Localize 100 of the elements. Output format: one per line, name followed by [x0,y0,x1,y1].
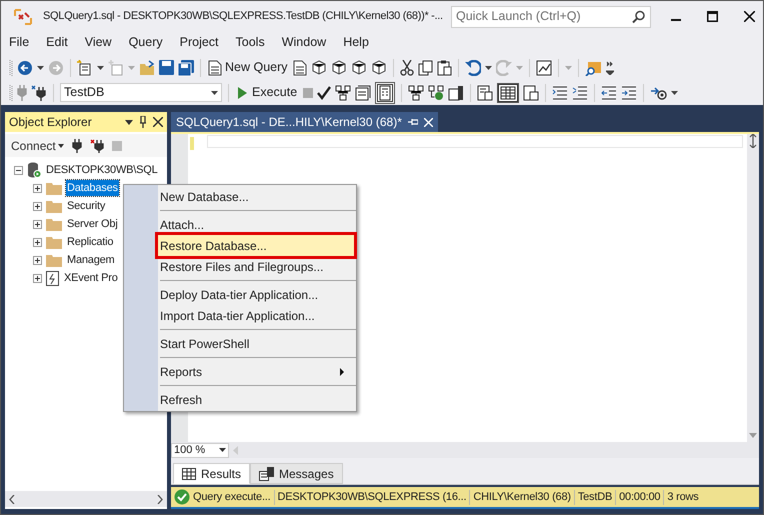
menu-item[interactable]: New Database... [158,186,354,207]
cube-icon[interactable] [330,60,347,76]
scroll-right-icon[interactable] [157,494,163,504]
document-icon[interactable] [208,60,222,76]
cube-icon[interactable] [310,60,327,76]
chart-window-icon[interactable] [536,60,552,76]
comment-icon[interactable] [552,86,568,100]
check-icon[interactable] [317,86,332,100]
new-project-icon[interactable] [77,60,93,76]
document-icon[interactable] [292,60,307,76]
menu-item[interactable]: Project [172,32,227,52]
close-icon[interactable] [744,11,755,22]
menu-item[interactable]: Import Data-tier Application... [158,305,354,326]
indent-icon[interactable] [621,86,638,100]
success-icon[interactable] [174,489,190,505]
menu-item[interactable]: File [1,32,38,52]
caret-icon[interactable] [211,90,218,94]
connection-icon[interactable] [31,84,47,100]
plan-check-icon[interactable] [428,84,444,100]
expander-icon[interactable] [33,202,42,210]
dropdown-caret-icon[interactable] [125,120,133,124]
menu-item[interactable]: Query [120,32,171,52]
save-icon[interactable] [159,60,174,75]
open-folder-icon[interactable] [139,60,155,76]
vertical-scrollbar[interactable] [747,134,759,442]
caret-icon[interactable] [671,90,678,94]
close-icon[interactable] [153,117,163,127]
database-server-icon[interactable] [27,162,41,178]
menu-item[interactable]: Restore Database... [158,235,354,256]
connect-button[interactable]: Connect [11,136,64,154]
menu-item[interactable]: Restore Files and Filegroups... [158,256,354,277]
menu-item[interactable]: Deploy Data-tier Application... [158,284,354,305]
save-all-icon[interactable] [178,60,194,76]
menu-item[interactable]: Tools [228,32,273,52]
paste-icon[interactable] [436,60,452,76]
copy-icon[interactable] [418,60,433,76]
execute-button[interactable]: Execute [235,83,300,102]
messages-icon[interactable] [259,466,274,480]
scroll-left-icon[interactable] [9,494,15,504]
status-text: DESKTOPK30WB\SQLEXPRESS (16... [278,490,466,505]
template-parameter-icon[interactable] [650,84,668,100]
overflow-icon[interactable] [606,60,614,74]
results-file-icon[interactable] [523,84,540,100]
back-icon[interactable] [17,60,33,76]
search-icon [632,10,646,24]
menu-item[interactable]: Reports [158,361,354,382]
query-plan-icon[interactable] [408,84,424,100]
outdent-icon[interactable] [601,86,618,100]
undo-icon[interactable] [464,60,481,76]
new-query-button[interactable]: New Query [207,58,289,77]
windows-icon[interactable] [355,84,372,100]
disconnect-icon[interactable] [90,138,104,152]
horizontal-scrollbar[interactable] [5,491,167,507]
menu-item[interactable]: Window [274,32,334,52]
expander-icon[interactable] [33,274,42,282]
scissors-icon[interactable] [400,60,414,76]
toolbar-grip-icon [9,84,13,102]
caret-icon[interactable] [37,66,44,70]
caret-icon[interactable] [484,66,492,70]
caret-icon[interactable] [58,144,64,148]
menu-item[interactable]: Refresh [158,389,354,410]
query-plan-icon[interactable] [335,84,352,100]
split-icon[interactable] [748,134,758,148]
database-dropdown[interactable]: TestDB [60,83,222,102]
menu-item[interactable]: Attach... [158,214,354,235]
expander-icon[interactable] [33,184,42,192]
cube-icon[interactable] [370,60,387,76]
result-tab[interactable]: Results [173,463,250,484]
quick-launch-field[interactable]: Quick Launch (Ctrl+Q) [451,6,651,28]
menu-item[interactable]: Start PowerShell [158,333,354,354]
tree-item[interactable]: DESKTOPK30WB\SQL [45,162,159,178]
menu-item[interactable]: View [76,32,120,52]
results-text-icon[interactable] [477,84,494,100]
expander-icon[interactable] [14,166,23,174]
status-text: 3 rows [667,490,699,505]
tree-item[interactable]: Server Obj [66,216,119,232]
submenu-arrow-icon[interactable] [340,368,344,376]
tree-item[interactable]: Replicatio [66,234,114,250]
caret-icon[interactable] [97,66,104,70]
tree-item[interactable]: Managem [66,252,116,268]
result-tab[interactable]: Messages [250,463,343,484]
plug-icon[interactable] [72,138,82,152]
menu-item[interactable]: Help [335,32,377,52]
zoom-dropdown[interactable]: 100 % [171,442,229,458]
expander-icon[interactable] [33,220,42,228]
tree-item[interactable]: Databases [66,180,119,196]
play-icon[interactable] [237,86,247,98]
expander-icon[interactable] [33,238,42,246]
grid-icon[interactable] [182,468,196,480]
cube-icon[interactable] [350,60,367,76]
uncomment-icon[interactable] [572,86,588,100]
event-icon[interactable] [46,270,59,286]
menu-item[interactable]: Edit [38,32,76,52]
tree-item[interactable]: Security [66,198,106,214]
maximize-icon[interactable] [707,11,718,22]
statistics-icon[interactable] [448,84,464,100]
pin-icon[interactable] [139,116,147,128]
folder-search-icon[interactable] [584,60,602,76]
tree-item[interactable]: XEvent Pro [63,270,119,286]
expander-icon[interactable] [33,256,42,264]
